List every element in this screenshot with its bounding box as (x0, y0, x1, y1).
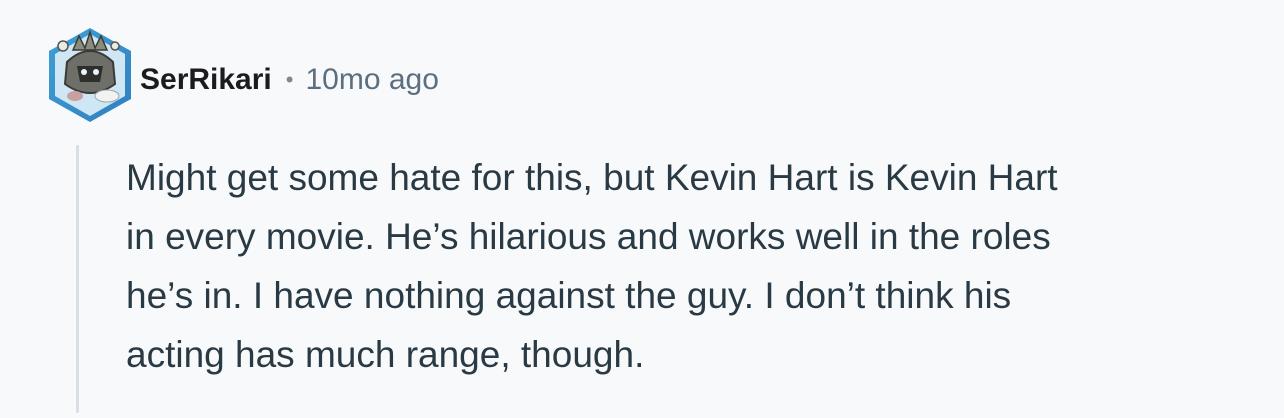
comment-body-line: in every movie. He’s hilarious and works… (126, 216, 1051, 257)
comment-body: Might get some hate for this, but Kevin … (126, 148, 1246, 384)
comment-meta: SerRikari • 10mo ago (140, 58, 439, 102)
thread-collapse-line[interactable] (76, 145, 79, 413)
comment-body-line: he’s in. I have nothing against the guy.… (126, 275, 1012, 316)
robot-knight-avatar-icon (49, 28, 131, 122)
user-avatar[interactable] (45, 22, 135, 126)
comment-timestamp[interactable]: 10mo ago (305, 63, 438, 97)
comment-body-line: acting has much range, though. (126, 334, 645, 375)
comment: SerRikari • 10mo ago Might get some hate… (0, 0, 1284, 418)
author-username[interactable]: SerRikari (140, 63, 272, 97)
comment-body-line: Might get some hate for this, but Kevin … (126, 157, 1058, 198)
meta-separator: • (285, 67, 294, 92)
